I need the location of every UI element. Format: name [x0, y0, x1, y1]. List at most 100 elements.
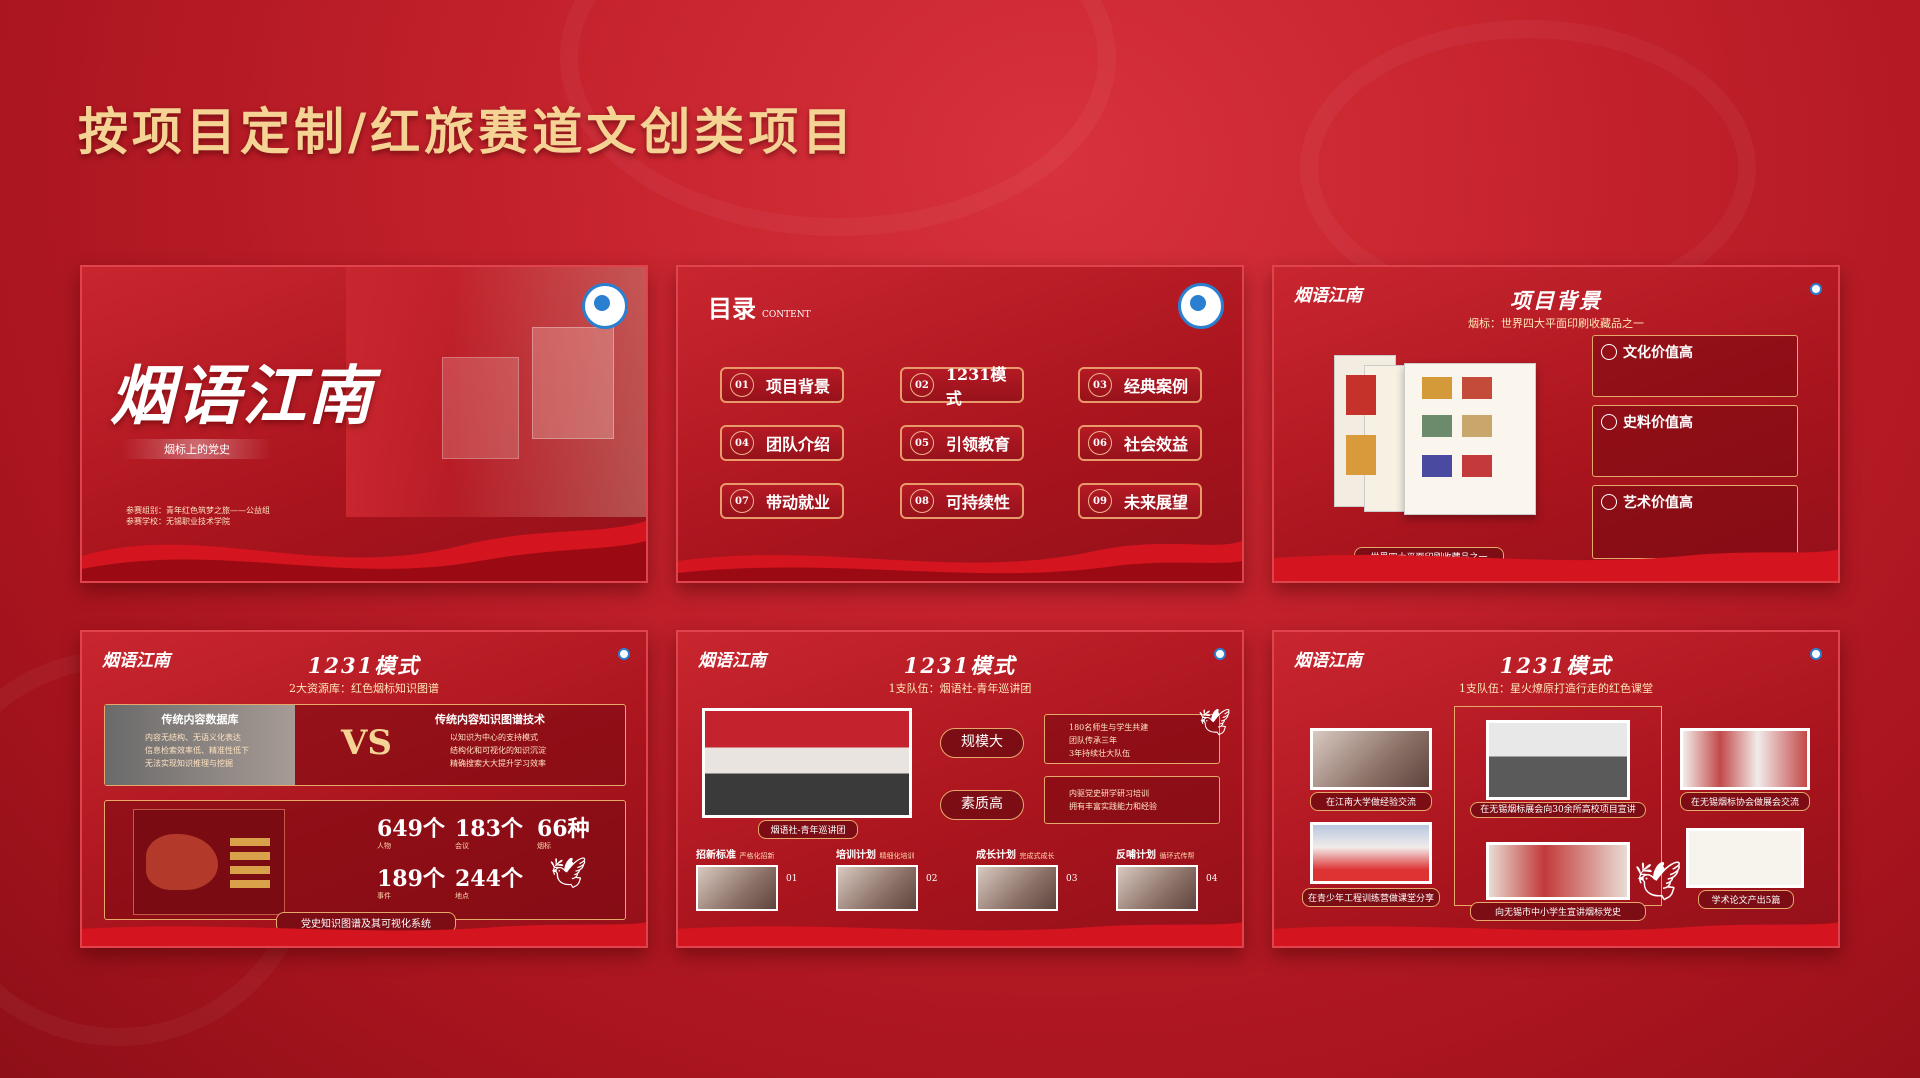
- toc-label: 引领教育: [946, 435, 1011, 454]
- slide-subheading: 烟标：世界四大平面印刷收藏品之一: [1468, 317, 1644, 330]
- stat-value: 66种: [537, 816, 590, 842]
- slide-heading: 1231模式: [903, 653, 1017, 678]
- step-photo: [1116, 865, 1198, 911]
- step: 招新标准 严格化招新 01: [696, 846, 824, 911]
- stat-label: 事件: [377, 892, 391, 900]
- toc-label: 团队介绍: [766, 435, 831, 454]
- slide-heading: 1231模式: [307, 653, 421, 678]
- map-legend: [230, 838, 270, 890]
- step-number: 01: [786, 874, 798, 884]
- label-swatch: [1462, 377, 1492, 399]
- toc-item[interactable]: 02 1231模式: [900, 365, 1024, 408]
- dove-icon: 🕊: [1634, 859, 1683, 903]
- stat-label: 地点: [455, 892, 469, 900]
- toc-item[interactable]: 05 引领教育: [900, 425, 1024, 461]
- right-title: 传统内容知识图谱技术: [435, 713, 545, 726]
- step: 反哺计划 循环式传帮 04: [1116, 846, 1236, 911]
- label-swatch: [1422, 415, 1452, 437]
- point-item: 内驱党史研学研习培训: [1069, 789, 1149, 798]
- point-item: 3年持续壮大队伍: [1069, 749, 1131, 758]
- left-item: 信息检索效率低、精准性低下: [145, 746, 249, 755]
- step-number: 03: [1066, 874, 1078, 884]
- tag-quality: 素质高: [940, 790, 1024, 820]
- toc-number: 01: [730, 373, 754, 397]
- toc-item[interactable]: 04 团队介绍: [720, 425, 844, 461]
- silk-wave: [678, 922, 1242, 946]
- point-item: 拥有丰富实践能力和经验: [1069, 802, 1157, 811]
- step-photo: [696, 865, 778, 911]
- vs-label: VS: [341, 723, 392, 763]
- value-title: 史料价值高: [1623, 415, 1693, 431]
- step-note: 循环式传帮: [1159, 852, 1195, 860]
- toc-number: 08: [910, 489, 934, 513]
- slide-heading: 1231模式: [1499, 653, 1613, 678]
- step: 成长计划 完成式成长 03: [976, 846, 1104, 911]
- china-map: [133, 809, 285, 915]
- stat-value: 244个: [455, 866, 523, 892]
- art-icon: [1601, 494, 1617, 510]
- silk-wave: [1274, 549, 1838, 581]
- toc-item[interactable]: 01 项目背景: [720, 367, 844, 403]
- label-swatch: [1346, 435, 1376, 475]
- event-photo: [1680, 728, 1810, 790]
- slide-contents[interactable]: 目录 CONTENT 01 项目背景 02 1231模式 03 经典案例 04 团队介绍…: [676, 265, 1244, 583]
- stat-value: 183个: [455, 816, 523, 842]
- slide-knowledge-graph[interactable]: 烟语江南 1231模式 2大资源库：红色烟标知识图谱 传统内容数据库 内容无结构…: [80, 630, 648, 948]
- label-swatch: [1346, 375, 1376, 415]
- step-note: 完成式成长: [1019, 852, 1055, 860]
- toc-number: 09: [1088, 489, 1112, 513]
- tobacco-label-collage: [1334, 355, 1536, 515]
- step: 培训计划 精细化培训 02: [836, 846, 964, 911]
- stat-label: 会议: [455, 842, 469, 850]
- silk-wave: [1274, 922, 1838, 946]
- dove-icon: 🕊: [549, 856, 588, 891]
- points-box: 内驱党史研学研习培训 拥有丰富实践能力和经验: [1044, 776, 1220, 824]
- toc-label: 1231模式: [945, 365, 1007, 408]
- silk-wave: [82, 922, 646, 946]
- toc-label: 项目背景: [766, 377, 831, 396]
- toc-number: 02: [910, 373, 934, 397]
- right-item: 以知识为中心的支持模式: [450, 733, 538, 742]
- slide-background[interactable]: 烟语江南 项目背景 烟标：世界四大平面印刷收藏品之一 世界四大平面印刷收藏品之一…: [1272, 265, 1840, 583]
- event-caption: 在无锡烟标协会做展会交流: [1680, 792, 1810, 811]
- event-caption: 在无锡烟标展会向30余所高校项目宣讲: [1470, 802, 1646, 818]
- map-shape: [146, 834, 218, 890]
- toc-number: 04: [730, 431, 754, 455]
- left-list: 内容无结构、无语义化表达 信息检索效率低、精准性低下 无法实现知识推理与挖掘: [145, 731, 249, 770]
- event-caption: 在江南大学做经验交流: [1310, 792, 1432, 811]
- slide-cover[interactable]: 烟语江南 烟标上的党史 参赛组别：青年红色筑梦之旅——公益组 参赛学校：无锡职业…: [80, 265, 648, 583]
- toc-number: 07: [730, 489, 754, 513]
- slide-outreach[interactable]: 烟语江南 1231模式 1支队伍：星火燎原打造行走的红色课堂 在江南大学做经验交…: [1272, 630, 1840, 948]
- stat-label: 人物: [377, 842, 391, 850]
- step-title: 培训计划 精细化培训: [836, 846, 964, 861]
- toc-label: 未来展望: [1124, 493, 1189, 512]
- cover-title: 烟语江南: [110, 359, 374, 434]
- left-item: 内容无结构、无语义化表达: [145, 733, 241, 742]
- toc-label: 带动就业: [766, 493, 831, 512]
- team-photo-caption: 烟语社-青年巡讲团: [758, 820, 858, 839]
- toc-item[interactable]: 06 社会效益: [1078, 425, 1202, 461]
- contents-title-en: CONTENT: [762, 310, 811, 320]
- step-photo: [976, 865, 1058, 911]
- team-photo: [702, 708, 912, 818]
- toc-item[interactable]: 03 经典案例: [1078, 367, 1202, 403]
- history-icon: [1601, 414, 1617, 430]
- page-title: 按项目定制/红旅赛道文创类项目: [78, 103, 857, 161]
- step-title: 招新标准 严格化招新: [696, 846, 824, 861]
- toc-number: 05: [910, 431, 934, 455]
- value-card[interactable]: 文化价值高: [1592, 335, 1798, 397]
- label-swatch: [1422, 377, 1452, 399]
- points-box: 180名师生与学生共建 团队传承三年 3年持续壮大队伍: [1044, 714, 1220, 764]
- step-title: 成长计划 完成式成长: [976, 846, 1104, 861]
- toc-number: 06: [1088, 431, 1112, 455]
- event-caption: 学术论文产出5篇: [1698, 890, 1794, 909]
- step-number: 04: [1206, 874, 1218, 884]
- event-photo: [1486, 720, 1630, 800]
- value-card[interactable]: 史料价值高: [1592, 405, 1798, 477]
- step-photo: [836, 865, 918, 911]
- right-item: 结构化和可视化的知识沉淀: [450, 746, 546, 755]
- toc-label: 社会效益: [1124, 435, 1189, 454]
- school-logo: [1178, 283, 1224, 329]
- step-note: 精细化培训: [879, 852, 915, 860]
- slide-team[interactable]: 烟语江南 1231模式 1支队伍：烟语社-青年巡讲团 烟语社-青年巡讲团 规模大…: [676, 630, 1244, 948]
